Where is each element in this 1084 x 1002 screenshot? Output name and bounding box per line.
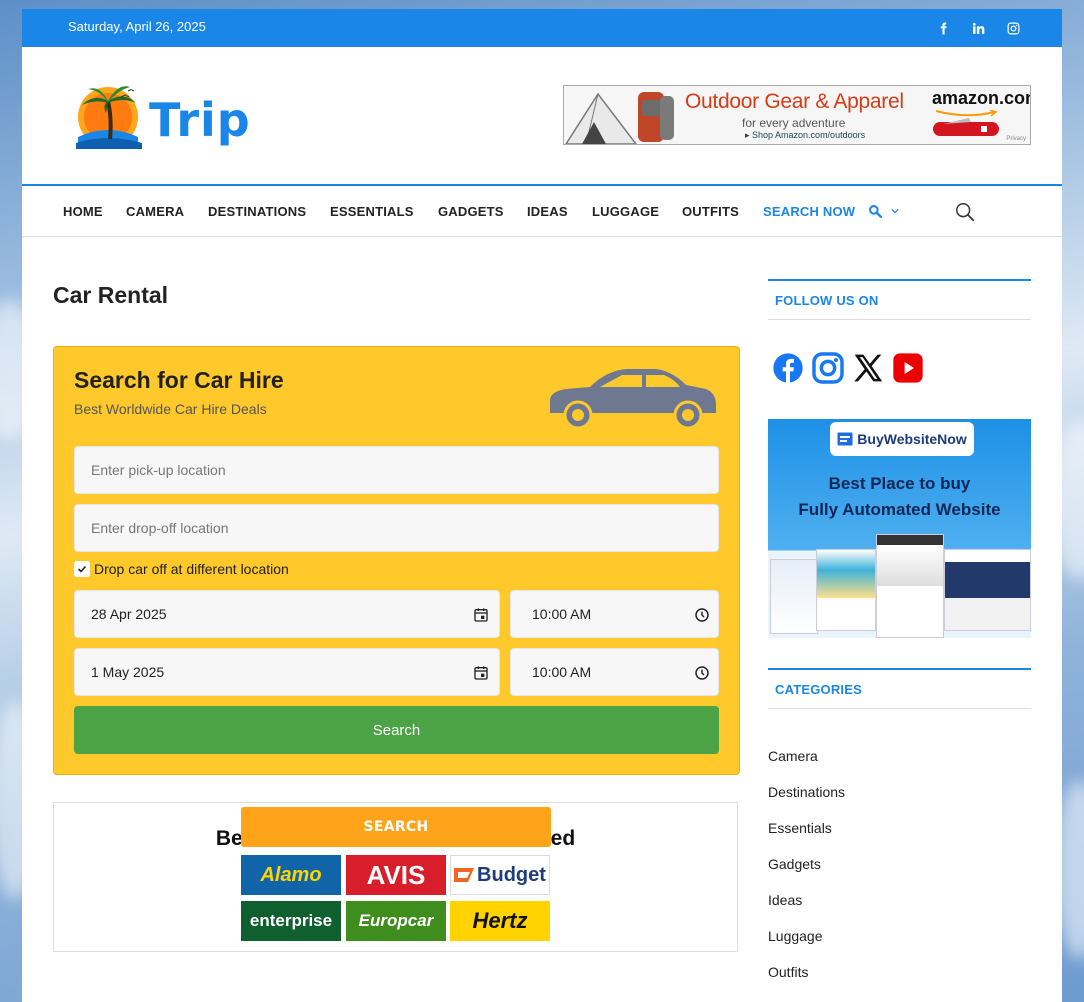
dropoff-time-field[interactable]: 10:00 AM	[510, 648, 719, 696]
pickup-date-value: 28 Apr 2025	[91, 606, 167, 622]
different-location-checkbox[interactable]	[74, 561, 90, 577]
brand-europcar-logo[interactable]: Europcar	[346, 901, 446, 941]
search-now-icon[interactable]	[868, 204, 882, 218]
calendar-icon[interactable]	[473, 665, 489, 681]
categories-heading: CATEGORIES	[768, 668, 1031, 709]
car-hire-search-widget: Search for Car Hire Best Worldwide Car H…	[53, 346, 740, 775]
x-icon[interactable]	[852, 352, 884, 384]
page-title: Car Rental	[53, 282, 169, 308]
page-container: Saturday, April 26, 2025 Trip Outdoor Ge…	[22, 9, 1062, 1002]
dropoff-time-value: 10:00 AM	[532, 664, 592, 680]
ad-headline: Outdoor Gear & Apparel	[685, 90, 904, 113]
facebook-icon[interactable]	[936, 21, 950, 35]
browser-icon	[837, 432, 853, 446]
website-screenshot	[816, 549, 876, 631]
nav-item-camera[interactable]: CAMERA	[126, 204, 184, 219]
brand-enterprise-logo[interactable]: enterprise	[241, 901, 341, 941]
tent-backpack-icon	[565, 92, 674, 144]
dropoff-location-input[interactable]: Enter drop-off location	[74, 504, 719, 552]
calendar-icon[interactable]	[473, 607, 489, 623]
nav-item-luggage[interactable]: LUGGAGE	[592, 204, 659, 219]
sidebar-ad-logo: BuyWebsiteNow	[830, 422, 974, 456]
category-destinations[interactable]: Destinations	[768, 784, 845, 800]
clock-icon[interactable]	[694, 607, 710, 623]
nav-item-destinations[interactable]: DESTINATIONS	[208, 204, 306, 219]
instagram-icon[interactable]	[1006, 21, 1020, 35]
category-gadgets[interactable]: Gadgets	[768, 856, 821, 872]
nav-item-outfits[interactable]: OUTFITS	[682, 204, 739, 219]
promo-search-button[interactable]: SEARCH	[241, 807, 551, 847]
linkedin-icon[interactable]	[971, 21, 985, 35]
sidebar-ad-logo-text: BuyWebsiteNow	[857, 431, 967, 447]
facebook-icon[interactable]	[772, 352, 804, 384]
site-logo[interactable]: Trip	[66, 79, 250, 151]
main-navigation: HOME CAMERA DESTINATIONS ESSENTIALS GADG…	[22, 186, 1062, 237]
nav-item-home[interactable]: HOME	[63, 204, 103, 219]
top-bar: Saturday, April 26, 2025	[22, 9, 1062, 47]
website-screenshot	[770, 559, 818, 634]
category-ideas[interactable]: Ideas	[768, 892, 802, 908]
website-screenshot	[876, 534, 944, 638]
different-location-label[interactable]: Drop car off at different location	[94, 561, 289, 577]
brand-avis-logo[interactable]: AVIS	[346, 855, 446, 895]
youtube-icon[interactable]	[892, 352, 924, 384]
widget-subtitle: Best Worldwide Car Hire Deals	[74, 401, 267, 417]
ad-brand: amazon.com	[932, 88, 1031, 108]
dropoff-date-field[interactable]: 1 May 2025	[74, 648, 500, 696]
sidebar-ad-banner[interactable]: BuyWebsiteNow Best Place to buy Fully Au…	[768, 419, 1031, 638]
sidebar-ad-line1: Best Place to buy	[828, 474, 971, 493]
promo-heading-end: ed	[550, 827, 576, 850]
pickup-time-field[interactable]: 10:00 AM	[510, 590, 719, 638]
widget-title: Search for Car Hire	[74, 367, 284, 393]
follow-us-heading: FOLLOW US ON	[768, 279, 1031, 320]
website-screenshot	[944, 549, 1031, 631]
category-luggage[interactable]: Luggage	[768, 928, 823, 944]
categories-title: CATEGORIES	[775, 682, 862, 697]
site-header: Trip Outdoor Gear & Apparel for every ad…	[22, 47, 1062, 186]
pickup-time-value: 10:00 AM	[532, 606, 592, 622]
budget-flag-icon	[454, 868, 475, 882]
pickup-date-field[interactable]: 28 Apr 2025	[74, 590, 500, 638]
brand-budget-label: Budget	[477, 863, 546, 886]
nav-item-gadgets[interactable]: GADGETS	[438, 204, 504, 219]
follow-us-title: FOLLOW US ON	[775, 293, 879, 308]
nav-item-ideas[interactable]: IDEAS	[527, 204, 568, 219]
category-essentials[interactable]: Essentials	[768, 820, 832, 836]
car-brands-promo[interactable]: Be ed SEARCH Alamo AVIS Budget enterprise…	[53, 802, 738, 952]
checkmark-icon	[77, 565, 87, 573]
ad-link[interactable]: ▸ Shop Amazon.com/outdoors	[745, 130, 865, 141]
current-date: Saturday, April 26, 2025	[68, 19, 206, 34]
logo-wordmark: Trip	[149, 93, 251, 147]
dropoff-date-value: 1 May 2025	[91, 664, 165, 680]
sidebar-ad-line2: Fully Automated Website	[798, 500, 1001, 519]
palm-sun-icon	[76, 86, 142, 149]
ad-privacy-link[interactable]: Privacy	[1006, 136, 1026, 142]
brand-hertz-logo[interactable]: Hertz	[450, 901, 550, 941]
nav-item-search-now[interactable]: SEARCH NOW	[763, 204, 855, 219]
swiss-knife-icon	[933, 118, 999, 136]
category-camera[interactable]: Camera	[768, 748, 818, 764]
nav-item-essentials[interactable]: ESSENTIALS	[330, 204, 414, 219]
promo-heading-start: Be	[215, 827, 243, 850]
brand-alamo-logo[interactable]: Alamo	[241, 855, 341, 895]
car-icon	[550, 369, 716, 430]
header-ad-banner[interactable]: Outdoor Gear & Apparel for every adventu…	[563, 85, 1031, 145]
brand-budget-logo[interactable]: Budget	[450, 855, 550, 895]
instagram-icon[interactable]	[812, 352, 844, 384]
chevron-down-icon[interactable]	[891, 207, 899, 215]
clock-icon[interactable]	[694, 665, 710, 681]
ad-subline: for every adventure	[742, 116, 846, 130]
category-outfits[interactable]: Outfits	[768, 964, 808, 980]
search-button[interactable]: Search	[74, 706, 719, 754]
search-icon[interactable]	[954, 201, 976, 223]
pickup-location-input[interactable]: Enter pick-up location	[74, 446, 719, 494]
